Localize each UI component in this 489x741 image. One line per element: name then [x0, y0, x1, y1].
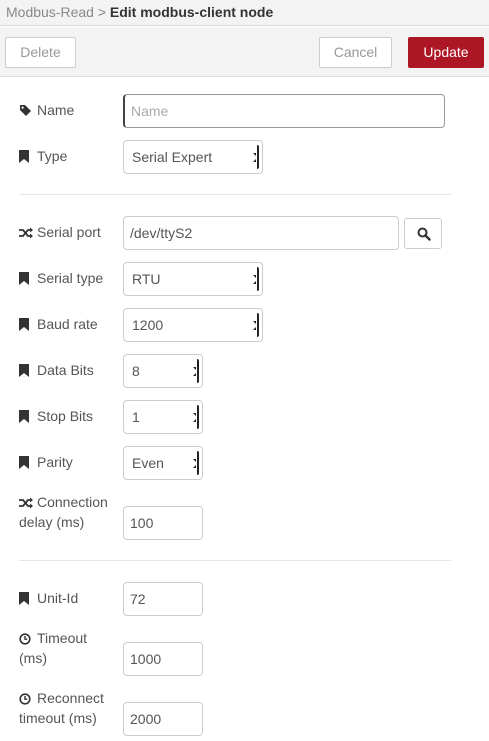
bookmark-icon — [19, 410, 33, 423]
serial-port-label: Serial port — [19, 222, 101, 242]
name-label: Name — [19, 100, 74, 120]
chevron-updown-icon — [193, 405, 199, 429]
data-bits-label: Data Bits — [19, 360, 94, 380]
timeout-input[interactable]: 1000 — [123, 642, 203, 676]
parity-select[interactable]: Even — [123, 446, 203, 480]
name-input[interactable]: Name — [123, 94, 445, 128]
section-divider — [19, 560, 451, 561]
stop-bits-label: Stop Bits — [19, 406, 93, 426]
random-icon — [19, 497, 33, 509]
data-bits-select[interactable]: 8 — [123, 354, 203, 388]
name-placeholder: Name — [131, 103, 169, 119]
reconnect-timeout-input[interactable]: 2000 — [123, 702, 203, 736]
random-icon — [19, 227, 33, 239]
baud-rate-select[interactable]: 1200 — [123, 308, 263, 342]
bookmark-icon — [19, 272, 33, 285]
unit-id-input[interactable]: 72 — [123, 582, 203, 616]
connection-delay-input[interactable]: 100 — [123, 506, 203, 540]
baud-rate-label: Baud rate — [19, 314, 98, 334]
serial-port-search-button[interactable] — [404, 218, 442, 249]
bookmark-icon — [19, 150, 33, 163]
breadcrumb-separator: > — [97, 4, 107, 20]
update-button[interactable]: Update — [408, 37, 484, 68]
page-title: Edit modbus-client node — [109, 4, 274, 20]
chevron-updown-icon — [253, 267, 259, 291]
parity-label: Parity — [19, 452, 73, 472]
clock-icon — [19, 633, 33, 645]
chevron-updown-icon — [193, 359, 199, 383]
breadcrumb: Modbus-Read > Edit modbus-client node — [0, 0, 489, 26]
type-select[interactable]: Serial Expert — [123, 140, 263, 174]
bookmark-icon — [19, 364, 33, 377]
clock-icon — [19, 693, 33, 705]
connection-delay-label: Connection delay (ms) — [19, 494, 108, 530]
type-label: Type — [19, 146, 67, 166]
section-divider — [19, 194, 451, 195]
unit-id-label: Unit-Id — [19, 588, 78, 608]
cancel-button[interactable]: Cancel — [319, 37, 392, 68]
serial-type-label: Serial type — [19, 268, 103, 288]
tag-icon — [19, 104, 33, 117]
chevron-updown-icon — [193, 451, 199, 475]
node-properties-form: Name Name Type Serial Expert Serial port… — [0, 78, 489, 741]
reconnect-timeout-label: Reconnect timeout (ms) — [19, 690, 104, 726]
dialog-toolbar: Delete Cancel Update — [0, 27, 489, 77]
breadcrumb-parent: Modbus-Read — [6, 4, 94, 20]
bookmark-icon — [19, 318, 33, 331]
stop-bits-select[interactable]: 1 — [123, 400, 203, 434]
chevron-updown-icon — [253, 313, 259, 337]
serial-type-select[interactable]: RTU — [123, 262, 263, 296]
bookmark-icon — [19, 592, 33, 605]
serial-port-input[interactable]: /dev/ttyS2 — [123, 216, 399, 250]
bookmark-icon — [19, 456, 33, 469]
delete-button[interactable]: Delete — [5, 37, 76, 68]
timeout-label: Timeout (ms) — [19, 630, 88, 666]
chevron-updown-icon — [253, 145, 259, 169]
